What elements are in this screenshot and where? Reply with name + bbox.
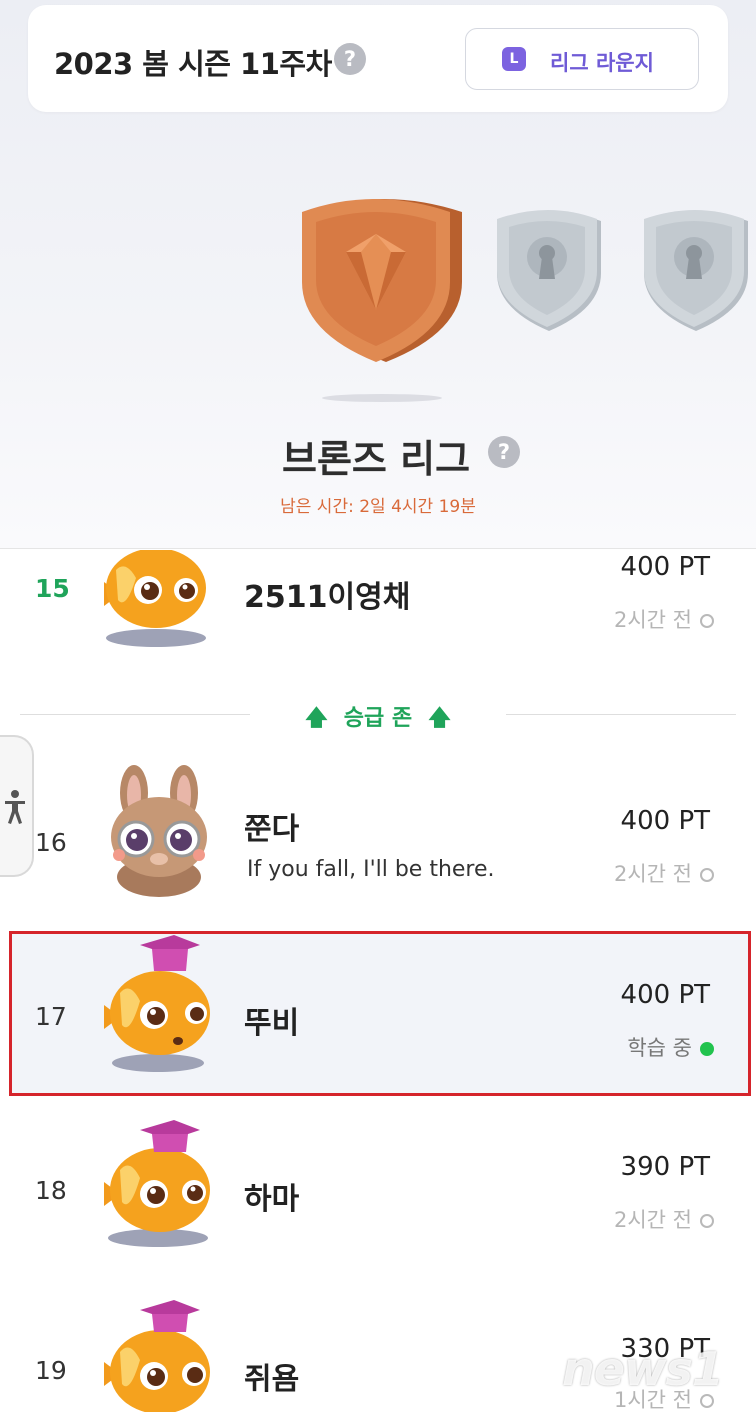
lounge-button-label: 리그 라운지 [550, 51, 654, 75]
orange-fish-grad-cap-avatar[interactable] [96, 935, 216, 1080]
divider [0, 548, 756, 549]
online-dot-icon [700, 1042, 714, 1056]
user-bio: If you fall, I'll be there. [247, 857, 495, 882]
points: 400 PT [620, 806, 710, 836]
locked-league-shield-icon[interactable] [493, 205, 605, 333]
league-name: 브론즈 리그 [282, 437, 471, 481]
status-dot-icon [700, 868, 714, 882]
lounge-icon: L [502, 47, 526, 71]
accessibility-tab[interactable] [0, 735, 34, 877]
locked-league-shield-icon[interactable] [640, 205, 752, 333]
user-name[interactable]: 하마 [244, 1174, 299, 1218]
orange-fish-avatar[interactable] [96, 550, 216, 650]
promotion-zone-label: 🡅 승급 존 🡅 [305, 706, 451, 731]
season-card: 2023 봄 시즌 11주차 ? L 리그 라운지 [28, 5, 728, 112]
status-dot-icon [700, 1214, 714, 1228]
rank-number: 19 [35, 1356, 67, 1385]
user-name[interactable]: 쥐욤 [244, 1354, 299, 1398]
last-active-status: 2시간 전 [614, 1204, 714, 1234]
bunny-avatar[interactable] [104, 765, 214, 900]
rank-number: 16 [35, 828, 67, 857]
user-name[interactable]: 뚜비 [244, 998, 299, 1042]
points: 390 PT [620, 1152, 710, 1182]
season-help-icon[interactable]: ? [334, 43, 366, 75]
up-arrow-icon: 🡅 [305, 706, 328, 731]
status-dot-icon [700, 1394, 714, 1408]
learning-status: 학습 중 [627, 1032, 714, 1062]
rank-number: 18 [35, 1176, 67, 1205]
points: 400 PT [620, 552, 710, 582]
last-active-status: 2시간 전 [614, 858, 714, 888]
points: 400 PT [620, 980, 710, 1010]
rank-number: 15 [35, 574, 70, 603]
news1-watermark-logo: news1 [562, 1342, 724, 1396]
league-lounge-button[interactable]: L 리그 라운지 [465, 28, 699, 90]
up-arrow-icon: 🡅 [428, 706, 451, 731]
season-title: 2023 봄 시즌 11주차 [54, 47, 332, 81]
last-active-status: 2시간 전 [614, 604, 714, 634]
user-name[interactable]: 쭌다 [244, 804, 299, 848]
rank-number: 17 [35, 1002, 67, 1031]
remaining-time: 남은 시간: 2일 4시간 19분 [280, 497, 476, 517]
accessibility-icon [5, 790, 25, 824]
user-name[interactable]: 2511이영채 [244, 572, 410, 616]
status-dot-icon [700, 614, 714, 628]
league-help-icon[interactable]: ? [488, 436, 520, 468]
bronze-league-shield-icon[interactable] [296, 190, 468, 365]
shield-shadow [322, 394, 442, 402]
orange-fish-grad-cap-avatar[interactable] [96, 1300, 216, 1412]
orange-fish-grad-cap-avatar[interactable] [96, 1120, 216, 1250]
